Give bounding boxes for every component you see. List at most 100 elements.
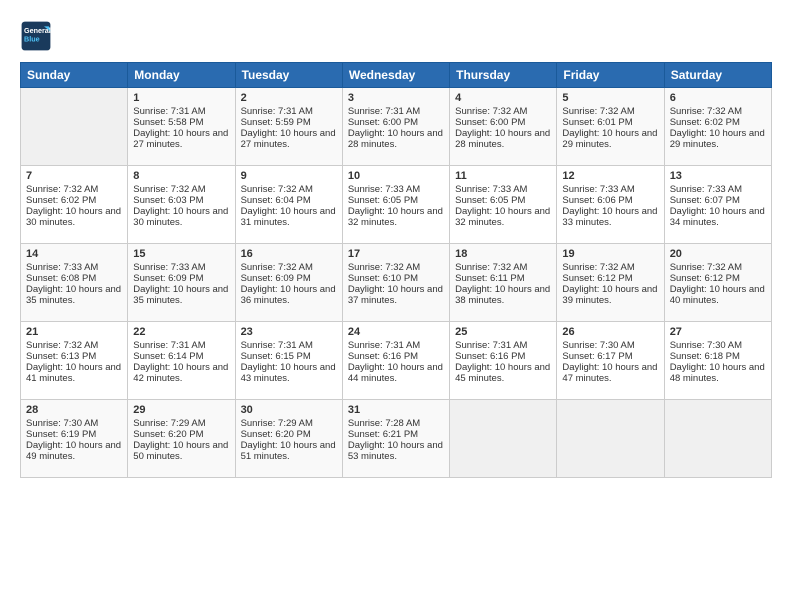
calendar-cell bbox=[450, 400, 557, 478]
calendar-week-row: 21Sunrise: 7:32 AMSunset: 6:13 PMDayligh… bbox=[21, 322, 772, 400]
logo: General Blue bbox=[20, 20, 56, 52]
sunrise: Sunrise: 7:31 AM bbox=[133, 340, 205, 351]
sunset: Sunset: 6:06 PM bbox=[562, 195, 632, 206]
header: General Blue bbox=[20, 20, 772, 52]
day-number: 19 bbox=[562, 248, 658, 260]
sunrise: Sunrise: 7:32 AM bbox=[348, 262, 420, 273]
sunset: Sunset: 6:11 PM bbox=[455, 273, 525, 284]
day-number: 25 bbox=[455, 326, 551, 338]
daylight: Daylight: 10 hours and 45 minutes. bbox=[455, 362, 550, 384]
sunset: Sunset: 6:20 PM bbox=[241, 429, 311, 440]
day-number: 16 bbox=[241, 248, 337, 260]
sunrise: Sunrise: 7:32 AM bbox=[241, 184, 313, 195]
calendar-week-row: 14Sunrise: 7:33 AMSunset: 6:08 PMDayligh… bbox=[21, 244, 772, 322]
sunset: Sunset: 6:15 PM bbox=[241, 351, 311, 362]
day-number: 5 bbox=[562, 92, 658, 104]
column-header-wednesday: Wednesday bbox=[342, 63, 449, 88]
calendar-cell: 25 Sunrise: 7:31 AMSunset: 6:16 PMDayligh… bbox=[450, 322, 557, 400]
sunset: Sunset: 6:02 PM bbox=[670, 117, 740, 128]
sunrise: Sunrise: 7:30 AM bbox=[670, 340, 742, 351]
calendar-cell: 13Sunrise: 7:33 AMSunset: 6:07 PMDayligh… bbox=[664, 166, 771, 244]
calendar-cell: 2Sunrise: 7:31 AMSunset: 5:59 PMDaylight… bbox=[235, 88, 342, 166]
column-header-tuesday: Tuesday bbox=[235, 63, 342, 88]
sunset: Sunset: 6:16 PM bbox=[455, 351, 525, 362]
daylight: Daylight: 10 hours and 35 minutes. bbox=[133, 284, 228, 306]
daylight: Daylight: 10 hours and 27 minutes. bbox=[133, 128, 228, 150]
sunrise: Sunrise: 7:31 AM bbox=[348, 106, 420, 117]
svg-text:Blue: Blue bbox=[24, 35, 40, 44]
calendar-table: SundayMondayTuesdayWednesdayThursdayFrid… bbox=[20, 62, 772, 478]
daylight: Daylight: 10 hours and 36 minutes. bbox=[241, 284, 336, 306]
daylight: Daylight: 10 hours and 28 minutes. bbox=[455, 128, 550, 150]
sunset: Sunset: 6:16 PM bbox=[348, 351, 418, 362]
column-header-monday: Monday bbox=[128, 63, 235, 88]
daylight: Daylight: 10 hours and 42 minutes. bbox=[133, 362, 228, 384]
calendar-body: 1Sunrise: 7:31 AMSunset: 5:58 PMDaylight… bbox=[21, 88, 772, 478]
day-number: 11 bbox=[455, 170, 551, 182]
calendar-cell: 12Sunrise: 7:33 AMSunset: 6:06 PMDayligh… bbox=[557, 166, 664, 244]
day-number: 4 bbox=[455, 92, 551, 104]
day-number: 28 bbox=[26, 404, 122, 416]
calendar-cell: 26Sunrise: 7:30 AMSunset: 6:17 PMDayligh… bbox=[557, 322, 664, 400]
day-number: 31 bbox=[348, 404, 444, 416]
daylight: Daylight: 10 hours and 47 minutes. bbox=[562, 362, 657, 384]
sunrise: Sunrise: 7:30 AM bbox=[562, 340, 634, 351]
sunset: Sunset: 6:02 PM bbox=[26, 195, 96, 206]
daylight: Daylight: 10 hours and 41 minutes. bbox=[26, 362, 121, 384]
calendar-week-row: 28Sunrise: 7:30 AMSunset: 6:19 PMDayligh… bbox=[21, 400, 772, 478]
sunset: Sunset: 6:12 PM bbox=[670, 273, 740, 284]
sunset: Sunset: 6:17 PM bbox=[562, 351, 632, 362]
daylight: Daylight: 10 hours and 32 minutes. bbox=[455, 206, 550, 228]
daylight: Daylight: 10 hours and 51 minutes. bbox=[241, 440, 336, 462]
calendar-cell: 14Sunrise: 7:33 AMSunset: 6:08 PMDayligh… bbox=[21, 244, 128, 322]
calendar-week-row: 1Sunrise: 7:31 AMSunset: 5:58 PMDaylight… bbox=[21, 88, 772, 166]
day-number: 7 bbox=[26, 170, 122, 182]
sunrise: Sunrise: 7:31 AM bbox=[133, 106, 205, 117]
sunrise: Sunrise: 7:32 AM bbox=[26, 340, 98, 351]
sunset: Sunset: 6:20 PM bbox=[133, 429, 203, 440]
sunrise: Sunrise: 7:33 AM bbox=[348, 184, 420, 195]
sunset: Sunset: 6:10 PM bbox=[348, 273, 418, 284]
calendar-cell: 18Sunrise: 7:32 AMSunset: 6:11 PMDayligh… bbox=[450, 244, 557, 322]
sunset: Sunset: 6:19 PM bbox=[26, 429, 96, 440]
calendar-cell: 22Sunrise: 7:31 AMSunset: 6:14 PMDayligh… bbox=[128, 322, 235, 400]
sunrise: Sunrise: 7:32 AM bbox=[562, 106, 634, 117]
sunrise: Sunrise: 7:32 AM bbox=[670, 106, 742, 117]
sunrise: Sunrise: 7:32 AM bbox=[455, 262, 527, 273]
sunrise: Sunrise: 7:29 AM bbox=[133, 418, 205, 429]
calendar-cell: 9Sunrise: 7:32 AMSunset: 6:04 PMDaylight… bbox=[235, 166, 342, 244]
calendar-cell: 11Sunrise: 7:33 AMSunset: 6:05 PMDayligh… bbox=[450, 166, 557, 244]
day-number: 23 bbox=[241, 326, 337, 338]
calendar-cell: 3Sunrise: 7:31 AMSunset: 6:00 PMDaylight… bbox=[342, 88, 449, 166]
calendar-cell: 19Sunrise: 7:32 AMSunset: 6:12 PMDayligh… bbox=[557, 244, 664, 322]
calendar-week-row: 7 Sunrise: 7:32 AM Sunset: 6:02 PM Daylight… bbox=[21, 166, 772, 244]
calendar-cell: 6Sunrise: 7:32 AMSunset: 6:02 PMDaylight… bbox=[664, 88, 771, 166]
sunrise: Sunrise: 7:32 AM bbox=[562, 262, 634, 273]
calendar-cell: 20Sunrise: 7:32 AMSunset: 6:12 PMDayligh… bbox=[664, 244, 771, 322]
daylight: Daylight: 10 hours and 38 minutes. bbox=[455, 284, 550, 306]
sunset: Sunset: 6:09 PM bbox=[241, 273, 311, 284]
daylight: Daylight: 10 hours and 39 minutes. bbox=[562, 284, 657, 306]
sunset: Sunset: 6:08 PM bbox=[26, 273, 96, 284]
day-number: 9 bbox=[241, 170, 337, 182]
sunset: Sunset: 6:21 PM bbox=[348, 429, 418, 440]
daylight: Daylight: 10 hours and 44 minutes. bbox=[348, 362, 443, 384]
calendar-cell: 1Sunrise: 7:31 AMSunset: 5:58 PMDaylight… bbox=[128, 88, 235, 166]
day-number: 30 bbox=[241, 404, 337, 416]
sunrise: Sunrise: 7:31 AM bbox=[241, 106, 313, 117]
sunrise: Sunrise: 7:31 AM bbox=[348, 340, 420, 351]
calendar-cell: 23Sunrise: 7:31 AMSunset: 6:15 PMDayligh… bbox=[235, 322, 342, 400]
day-number: 2 bbox=[241, 92, 337, 104]
calendar-cell bbox=[21, 88, 128, 166]
day-number: 15 bbox=[133, 248, 229, 260]
calendar-cell: 21Sunrise: 7:32 AMSunset: 6:13 PMDayligh… bbox=[21, 322, 128, 400]
calendar-cell: 27Sunrise: 7:30 AMSunset: 6:18 PMDayligh… bbox=[664, 322, 771, 400]
page: General Blue SundayMondayTuesdayWednesda… bbox=[0, 0, 792, 612]
sunset: Sunset: 6:00 PM bbox=[455, 117, 525, 128]
calendar-cell: 5Sunrise: 7:32 AMSunset: 6:01 PMDaylight… bbox=[557, 88, 664, 166]
day-number: 14 bbox=[26, 248, 122, 260]
daylight: Daylight: 10 hours and 31 minutes. bbox=[241, 206, 336, 228]
sunset: Sunset: 6:18 PM bbox=[670, 351, 740, 362]
sunrise: Sunrise: 7:31 AM bbox=[455, 340, 527, 351]
daylight: Daylight: 10 hours and 29 minutes. bbox=[670, 128, 765, 150]
